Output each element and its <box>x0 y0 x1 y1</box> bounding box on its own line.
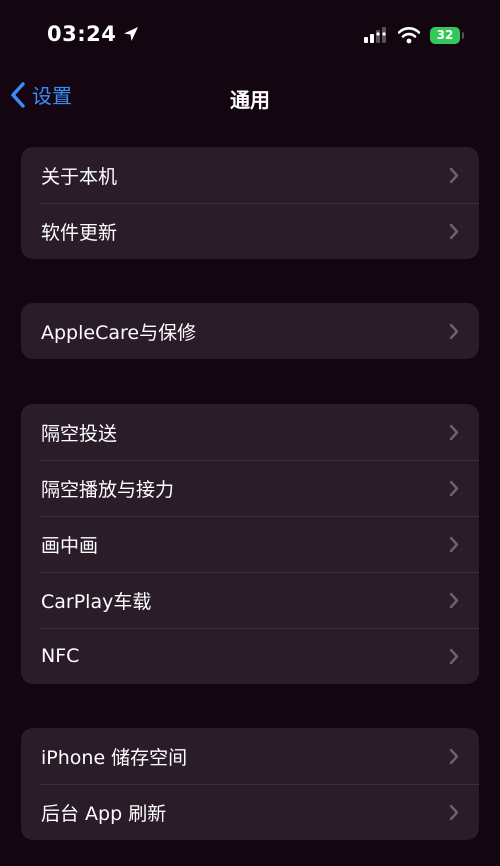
battery-icon: 32 <box>430 26 464 44</box>
chevron-right-icon <box>449 648 459 665</box>
chevron-right-icon <box>449 592 459 609</box>
settings-group-connectivity: 隔空投送 隔空播放与接力 画中画 CarPlay车载 NFC <box>21 404 479 684</box>
row-label: 隔空播放与接力 <box>41 478 175 501</box>
location-arrow-icon <box>124 27 139 41</box>
chevron-right-icon <box>449 748 459 765</box>
row-nfc[interactable]: NFC <box>21 628 479 684</box>
chevron-right-icon <box>449 223 459 240</box>
row-label: iPhone 储存空间 <box>41 746 188 769</box>
row-label: AppleCare与保修 <box>41 321 197 344</box>
status-time-group: 03:24 <box>47 22 140 46</box>
status-indicators: 32 <box>364 26 464 44</box>
row-label: 软件更新 <box>41 221 118 244</box>
row-software-update[interactable]: 软件更新 <box>21 203 479 259</box>
row-label: 隔空投送 <box>41 422 118 445</box>
row-iphone-storage[interactable]: iPhone 储存空间 <box>21 728 479 784</box>
row-about[interactable]: 关于本机 <box>21 147 479 203</box>
battery-level: 32 <box>436 28 454 42</box>
battery-tip <box>462 31 464 39</box>
row-applecare[interactable]: AppleCare与保修 <box>21 303 479 359</box>
row-label: CarPlay车载 <box>41 590 152 613</box>
row-label: 画中画 <box>41 534 99 557</box>
row-background-app-refresh[interactable]: 后台 App 刷新 <box>21 784 479 840</box>
chevron-right-icon <box>449 323 459 340</box>
status-time: 03:24 <box>47 22 117 46</box>
status-bar: 03:24 32 <box>0 0 500 60</box>
row-airplay-handoff[interactable]: 隔空播放与接力 <box>21 460 479 516</box>
row-label: NFC <box>41 645 80 667</box>
settings-group-device: 关于本机 软件更新 <box>21 147 479 259</box>
wifi-icon <box>398 27 420 44</box>
settings-group-storage: iPhone 储存空间 后台 App 刷新 <box>21 728 479 840</box>
chevron-right-icon <box>449 424 459 441</box>
row-picture-in-picture[interactable]: 画中画 <box>21 516 479 572</box>
chevron-right-icon <box>449 536 459 553</box>
cellular-signal-icon <box>364 27 386 43</box>
row-label: 后台 App 刷新 <box>41 802 167 825</box>
chevron-right-icon <box>449 804 459 821</box>
settings-group-applecare: AppleCare与保修 <box>21 303 479 359</box>
row-label: 关于本机 <box>41 165 118 188</box>
row-carplay[interactable]: CarPlay车载 <box>21 572 479 628</box>
navigation-bar: 设置 通用 <box>0 74 500 118</box>
chevron-right-icon <box>449 480 459 497</box>
chevron-right-icon <box>449 167 459 184</box>
page-title: 通用 <box>230 88 270 112</box>
row-airdrop[interactable]: 隔空投送 <box>21 404 479 460</box>
